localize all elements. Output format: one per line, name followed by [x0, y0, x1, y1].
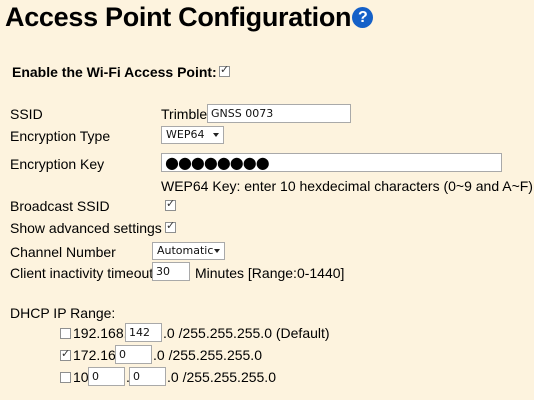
dhcp-option-172-checkbox[interactable] [60, 347, 71, 361]
broadcast-ssid-checkbox[interactable] [165, 197, 176, 211]
show-advanced-checkbox[interactable] [165, 219, 176, 233]
dhcp-option-10-octet2-input[interactable]: 0 [88, 367, 125, 386]
enable-ap-checkbox[interactable] [219, 63, 230, 77]
dhcp-option-192-prefix: 192.168. [73, 325, 128, 341]
encryption-key-input[interactable]: ●●●●●●●● [161, 153, 502, 172]
inactivity-suffix: Minutes [Range:0-1440] [195, 265, 345, 281]
encryption-type-value: WEP64 [166, 128, 205, 141]
help-icon[interactable]: ? [352, 7, 374, 28]
dhcp-option-172-suffix: .0 /255.255.255.0 [153, 347, 262, 363]
broadcast-ssid-label: Broadcast SSID [10, 198, 110, 214]
dhcp-option-192-octet3-input[interactable]: 142 [125, 323, 162, 342]
ssid-input[interactable]: GNSS 0073 [207, 104, 351, 123]
dhcp-option-10-checkbox[interactable] [60, 372, 71, 383]
page-title: Access Point Configuration? [5, 0, 374, 34]
dhcp-option-172-octet3-input[interactable]: 0 [115, 345, 152, 364]
dhcp-option-10-octet3-input[interactable]: 0 [129, 367, 166, 386]
dhcp-option-192-suffix: .0 /255.255.255.0 (Default) [163, 325, 330, 341]
ssid-prefix: Trimble [161, 106, 208, 122]
dhcp-option-172-prefix: 172.16. [73, 347, 120, 363]
encryption-key-label: Encryption Key [10, 156, 105, 172]
ssid-label: SSID [10, 106, 43, 122]
dhcp-option-192-checkbox[interactable] [60, 328, 71, 339]
encryption-type-label: Encryption Type [10, 128, 111, 144]
inactivity-label: Client inactivity timeout [10, 265, 154, 281]
show-advanced-label: Show advanced settings [10, 220, 162, 236]
chevron-down-icon [213, 133, 219, 137]
enable-ap-label: Enable the Wi-Fi Access Point: [12, 64, 217, 80]
encryption-type-select[interactable]: WEP64 [161, 126, 224, 144]
channel-label: Channel Number [10, 244, 116, 260]
chevron-down-icon [214, 249, 220, 253]
channel-select[interactable]: Automatic [152, 242, 225, 260]
dhcp-option-10-suffix: .0 /255.255.255.0 [167, 369, 276, 385]
inactivity-input[interactable]: 30 [152, 262, 190, 281]
dhcp-label: DHCP IP Range: [10, 305, 116, 321]
channel-value: Automatic [157, 244, 214, 257]
page-title-text: Access Point Configuration [5, 2, 352, 32]
encryption-key-hint: WEP64 Key: enter 10 hexdecimal character… [161, 178, 533, 194]
